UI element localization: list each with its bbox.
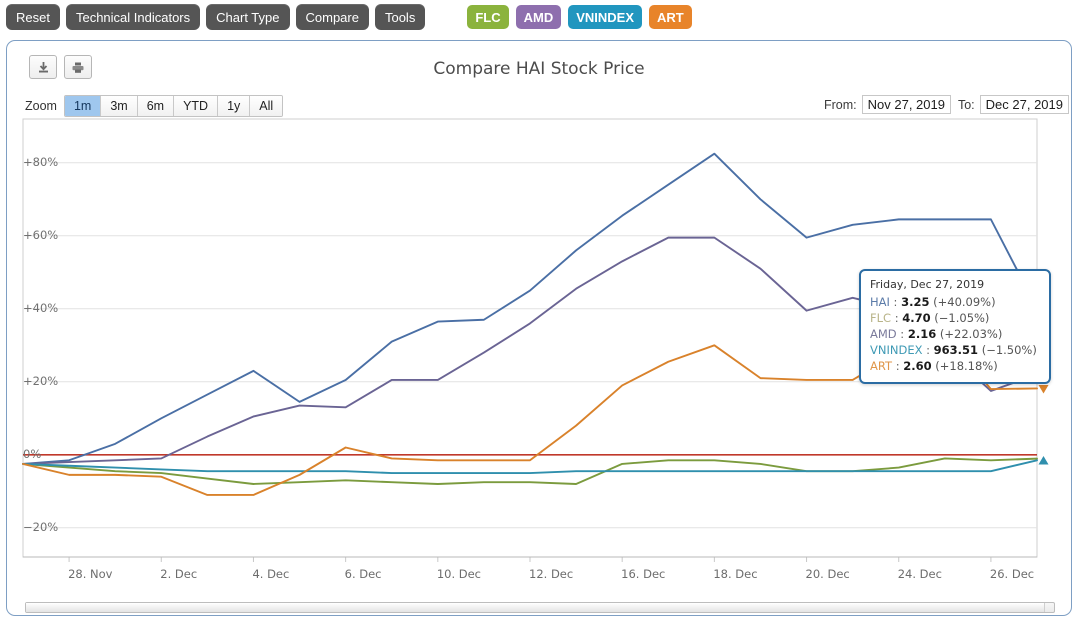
y-axis-tick: +40%	[23, 300, 59, 315]
tooltip-series-name: AMD	[870, 327, 897, 341]
symbol-chip-amd-label: AMD	[523, 9, 554, 25]
tooltip-series-change: (−1.05%)	[934, 311, 990, 325]
tooltip-series-name: FLC	[870, 311, 892, 325]
tooltip-separator: :	[896, 327, 908, 341]
y-axis-tick: +60%	[23, 227, 59, 242]
tooltip-separator: :	[892, 359, 904, 373]
tooltip-series-value: 963.51	[933, 343, 979, 357]
x-axis-tick: 4. Dec	[252, 567, 290, 581]
tooltip-rows: HAI : 3.25 (+40.09%) FLC : 4.70 (−1.05%) A…	[870, 294, 1040, 374]
x-axis-tick: 18. Dec	[713, 567, 758, 581]
tooltip-series-change: (+22.03%)	[939, 327, 1003, 341]
tooltip-series-value: 3.25	[901, 295, 930, 309]
symbol-chip-amd[interactable]: AMD	[515, 5, 562, 29]
tooltip-separator: :	[922, 343, 934, 357]
chart-navigator[interactable]	[25, 602, 1055, 613]
y-axis-tick: +20%	[23, 373, 59, 388]
tooltip-row-amd: AMD : 2.16 (+22.03%)	[870, 326, 1040, 342]
symbol-chip-flc[interactable]: FLC	[467, 5, 509, 29]
tooltip-separator: :	[891, 311, 903, 325]
symbol-chip-art[interactable]: ART	[649, 5, 692, 29]
symbol-chips: FLC AMD VNINDEX ART	[467, 5, 698, 29]
tooltip-series-value: 4.70	[902, 311, 931, 325]
tooltip-separator: :	[889, 295, 902, 309]
chart-type-button-label: Chart Type	[216, 9, 280, 25]
x-axis-tick: 24. Dec	[897, 567, 942, 581]
x-axis-tick: 10. Dec	[436, 567, 482, 581]
app-root: Reset Technical Indicators Chart Type Co…	[0, 0, 1080, 624]
y-axis-tick: +80%	[23, 154, 59, 169]
x-axis-tick: 12. Dec	[529, 567, 574, 581]
tooltip-series-name: HAI	[870, 295, 890, 309]
tooltip-row-hai: HAI : 3.25 (+40.09%)	[870, 294, 1040, 310]
tooltip-row-vnindex: VNINDEX : 963.51 (−1.50%)	[870, 342, 1040, 358]
tooltip-series-name: ART	[870, 359, 893, 373]
tooltip-series-value: 2.60	[903, 359, 932, 373]
symbol-chip-vnindex-label: VNINDEX	[576, 9, 635, 25]
tooltip-series-change: (+18.18%)	[935, 359, 998, 373]
chart-card: Compare HAI Stock Price Zoom 1m 3m 6m YT…	[6, 40, 1072, 616]
tooltip-series-change: (−1.50%)	[981, 343, 1037, 357]
tools-button[interactable]: Tools	[374, 4, 426, 30]
y-axis-tick: 0%	[23, 446, 42, 461]
endpoint-marker-vnindex	[1037, 454, 1050, 472]
tooltip-date: Friday, Dec 27, 2019	[870, 278, 985, 291]
endpoint-marker-art	[1037, 382, 1050, 400]
compare-button[interactable]: Compare	[295, 4, 369, 30]
symbol-chip-flc-label: FLC	[475, 9, 501, 25]
compare-button-label: Compare	[305, 9, 359, 25]
tooltip-series-change: (+40.09%)	[933, 295, 996, 309]
tooltip-row-flc: FLC : 4.70 (−1.05%)	[870, 310, 1040, 326]
top-toolbar: Reset Technical Indicators Chart Type Co…	[0, 0, 1080, 34]
tooltip-series-value: 2.16	[907, 327, 937, 341]
tools-button-label: Tools	[384, 9, 416, 25]
x-axis-tick: 20. Dec	[805, 567, 850, 581]
tooltip-series-name: VNINDEX	[870, 343, 923, 357]
x-axis-tick: 28. Nov	[68, 567, 113, 581]
x-axis-tick: 26. Dec	[989, 567, 1035, 581]
reset-button[interactable]: Reset	[6, 4, 60, 30]
symbol-chip-art-label: ART	[657, 9, 684, 25]
x-axis-tick: 2. Dec	[160, 567, 198, 581]
technical-indicators-button[interactable]: Technical Indicators	[65, 4, 201, 30]
x-axis-tick: 16. Dec	[621, 567, 666, 581]
x-axis-tick: 6. Dec	[344, 567, 382, 581]
reset-button-label: Reset	[16, 9, 50, 25]
chart-tooltip: Friday, Dec 27, 2019 HAI : 3.25 (+40.09%…	[859, 269, 1051, 384]
symbol-chip-vnindex[interactable]: VNINDEX	[568, 5, 643, 29]
tooltip-row-art: ART : 2.60 (+18.18%)	[870, 358, 1040, 374]
chart-navigator-thumb[interactable]	[26, 603, 1045, 612]
y-axis-tick: −20%	[23, 519, 59, 534]
chart-type-button[interactable]: Chart Type	[206, 4, 290, 30]
technical-indicators-button-label: Technical Indicators	[75, 9, 191, 25]
